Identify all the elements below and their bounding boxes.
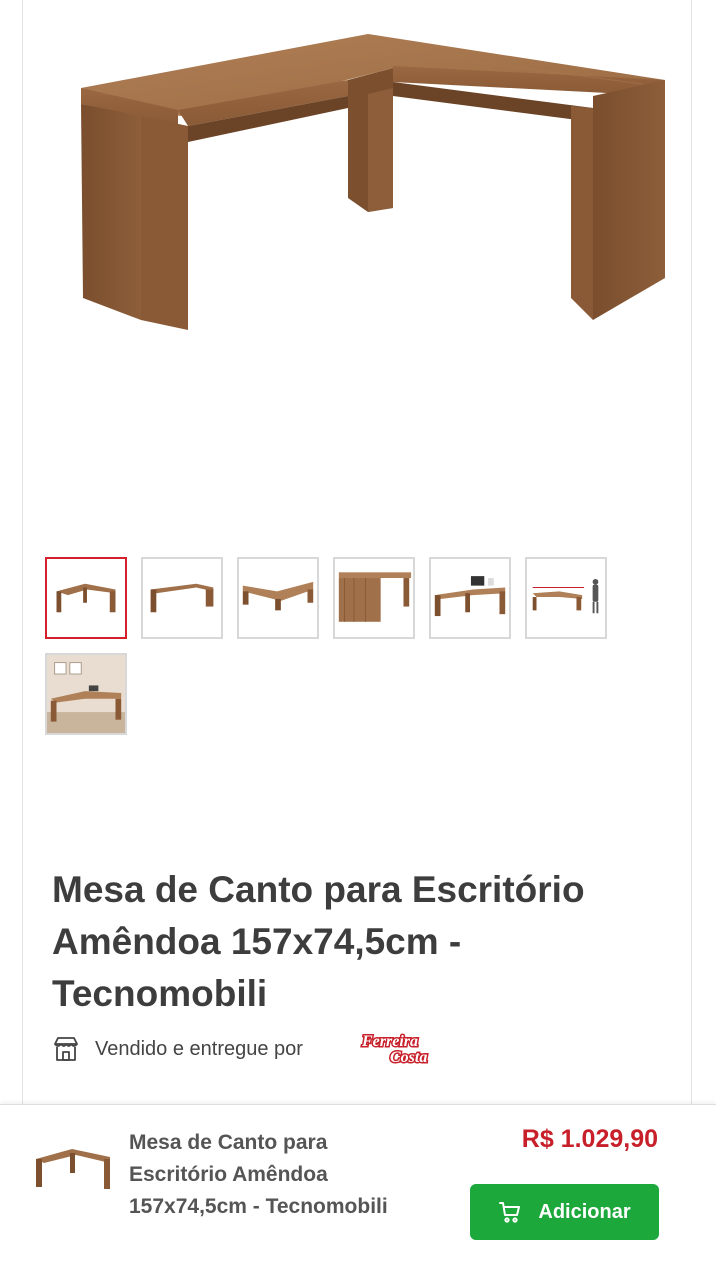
product-main-image[interactable] — [23, 0, 693, 518]
seller-row: Vendido e entregue por — [52, 1032, 303, 1066]
thumbnail-7[interactable] — [45, 653, 127, 735]
l-desk-angle-1-icon — [56, 583, 116, 613]
thumbnail-2[interactable] — [141, 557, 223, 639]
bar-product-title: Mesa de Canto para Escritório Amêndoa 15… — [129, 1131, 388, 1218]
store-icon — [54, 1037, 78, 1061]
product-title: Mesa de Canto para Escritório Amêndoa 15… — [52, 869, 585, 1014]
sticky-buy-bar: Mesa de Canto para Escritório Amêndoa 15… — [0, 1104, 716, 1280]
l-desk-in-room-icon — [47, 655, 125, 733]
seller-label: Vendido e entregue por — [95, 1037, 303, 1060]
l-desk-dimensions-icon — [532, 578, 599, 614]
thumbnail-6[interactable] — [525, 557, 607, 639]
add-to-cart-button[interactable]: Adicionar — [470, 1184, 659, 1240]
svg-text:Ferreira: Ferreira — [361, 1033, 418, 1050]
svg-text:Costa: Costa — [390, 1049, 427, 1066]
cart-icon — [499, 1202, 521, 1223]
thumbnail-1[interactable] — [45, 557, 127, 639]
l-desk-side-view-icon — [338, 572, 412, 622]
bar-product-thumbnail — [36, 1149, 110, 1189]
thumbnail-3[interactable] — [237, 557, 319, 639]
thumbnail-4[interactable] — [333, 557, 415, 639]
l-desk-with-laptop-icon — [434, 576, 506, 617]
add-button-label: Adicionar — [538, 1200, 631, 1223]
product-page: Mesa de Canto para Escritório Amêndoa 15… — [0, 0, 716, 1280]
bar-price: R$ 1.029,90 — [521, 1125, 658, 1153]
ferreira-costa-logo[interactable]: Ferreira Costa — [360, 1030, 440, 1067]
l-desk-angle-2-icon — [150, 583, 214, 613]
l-desk-top-view-icon — [242, 581, 314, 611]
thumbnail-5[interactable] — [429, 557, 511, 639]
